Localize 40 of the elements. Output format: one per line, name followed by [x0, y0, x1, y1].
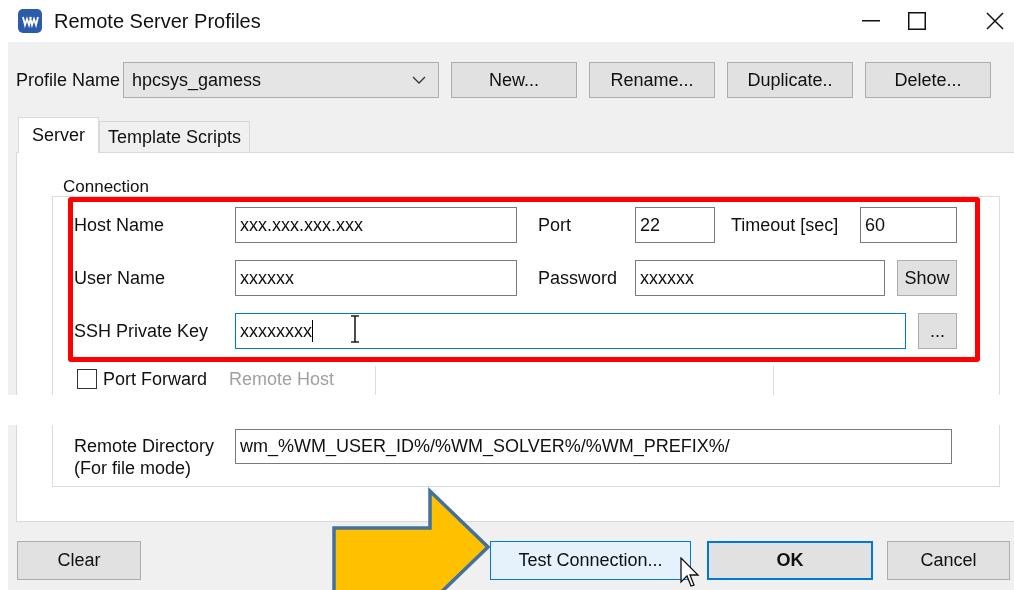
profile-dropdown[interactable]: hpcsys_gamess — [123, 62, 439, 98]
profile-name-label: Profile Name — [15, 69, 122, 91]
remote-directory-field[interactable]: wm_%WM_USER_ID%/%WM_SOLVER%/%WM_PREFIX%/ — [235, 429, 952, 464]
port-field[interactable]: 22 — [635, 207, 715, 243]
profile-button[interactable]: Rename... — [589, 62, 715, 98]
port-label: Port — [538, 214, 572, 236]
user-name-field[interactable]: xxxxxx — [235, 260, 517, 296]
chevron-down-icon — [412, 76, 426, 84]
remote-directory-label: Remote Directory — [74, 435, 216, 457]
maximize-icon[interactable] — [908, 12, 926, 30]
mouse-pointer-icon — [680, 557, 700, 589]
window-title: Remote Server Profiles — [54, 9, 261, 33]
password-field[interactable]: xxxxxx — [635, 260, 885, 296]
profile-button[interactable]: Delete... — [865, 62, 991, 98]
host-name-field[interactable]: xxx.xxx.xxx.xxx — [235, 207, 517, 243]
dialog-button[interactable]: Clear — [17, 541, 141, 580]
dialog-button[interactable]: Cancel — [887, 541, 1010, 580]
remote-host-label: Remote Host — [229, 368, 335, 390]
tab[interactable]: Template Scripts — [99, 121, 251, 152]
host-name-label: Host Name — [74, 214, 166, 236]
show-button[interactable]: Show — [897, 260, 957, 296]
password-label: Password — [538, 267, 619, 289]
ssh-key-label: SSH Private Key — [74, 320, 210, 342]
checkbox[interactable] — [77, 369, 97, 389]
timeout-label: Timeout [sec] — [731, 214, 840, 236]
user-name-label: User Name — [74, 267, 167, 289]
ssh-key-field[interactable]: xxxxxxxx — [235, 313, 906, 349]
close-icon[interactable] — [986, 12, 1004, 30]
remote-directory-label: (For file mode) — [74, 457, 193, 479]
profile-button[interactable]: New... — [451, 62, 577, 98]
text-cursor-icon — [349, 315, 361, 343]
dialog-button[interactable]: OK — [707, 541, 873, 580]
tab[interactable]: Server — [18, 117, 99, 153]
app-icon — [18, 9, 42, 33]
port-forward-label: Port Forward — [103, 368, 209, 390]
browse-button[interactable]: ... — [918, 313, 957, 349]
timeout-field[interactable]: 60 — [860, 207, 957, 243]
dialog-button[interactable]: Test Connection... — [490, 541, 691, 580]
minimize-icon[interactable] — [862, 20, 880, 22]
profile-button[interactable]: Duplicate.. — [727, 62, 853, 98]
